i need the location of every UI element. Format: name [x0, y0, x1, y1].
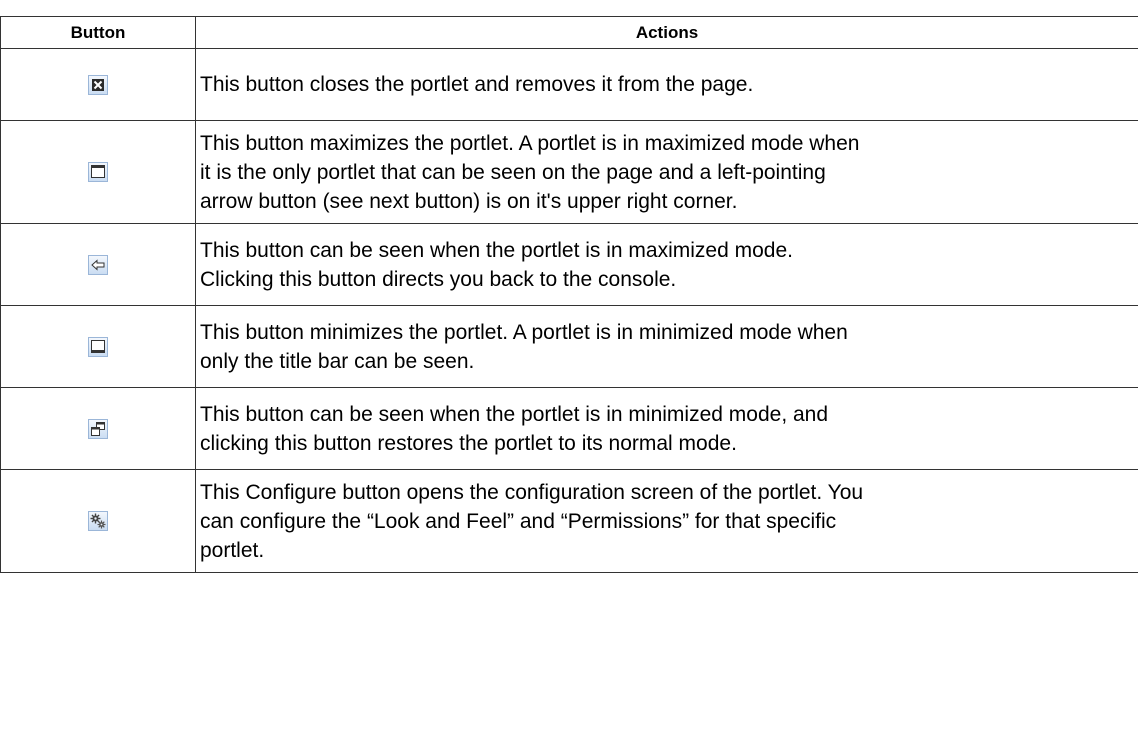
description-line: arrow button (see next button) is on it'…: [200, 189, 738, 213]
table-row: This Configure button opens the configur…: [0, 469, 1138, 573]
table-row: This button minimizes the portlet. A por…: [0, 305, 1138, 388]
actions-column-header: Actions: [195, 16, 1138, 49]
description-line: it is the only portlet that can be seen …: [200, 160, 826, 184]
configure-gears-icon: [88, 511, 108, 531]
maximize-icon: [88, 162, 108, 182]
action-description: This button closes the portlet and remov…: [195, 48, 1138, 121]
button-cell: [0, 48, 196, 121]
table-row: This button can be seen when the portlet…: [0, 223, 1138, 306]
description-line: This button minimizes the portlet. A por…: [200, 320, 848, 344]
action-description: This button can be seen when the portlet…: [195, 387, 1138, 470]
description-line: portlet.: [200, 538, 265, 562]
action-description: This Configure button opens the configur…: [195, 469, 1138, 573]
description-line: can configure the “Look and Feel” and “P…: [200, 509, 837, 533]
portlet-buttons-table: Button Actions This button closes the po…: [0, 16, 1138, 573]
button-column-header: Button: [0, 16, 196, 49]
button-cell: [0, 387, 196, 470]
button-cell: [0, 223, 196, 306]
description-line: This button closes the portlet and remov…: [200, 73, 754, 96]
action-description: This button minimizes the portlet. A por…: [195, 305, 1138, 388]
description-line: Clicking this button directs you back to…: [200, 267, 677, 291]
description-line: only the title bar can be seen.: [200, 349, 475, 373]
close-icon: [88, 74, 108, 95]
restore-icon: [88, 418, 108, 439]
table-row: This button closes the portlet and remov…: [0, 48, 1138, 121]
action-description: This button can be seen when the portlet…: [195, 223, 1138, 306]
table-row: This button maximizes the portlet. A por…: [0, 120, 1138, 224]
description-line: clicking this button restores the portle…: [200, 431, 737, 455]
description-line: This button can be seen when the portlet…: [200, 402, 829, 426]
minimize-icon: [88, 336, 108, 357]
description-line: This button can be seen when the portlet…: [200, 238, 793, 262]
button-cell: [0, 120, 196, 224]
description-line: This Configure button opens the configur…: [200, 480, 864, 504]
description-line: This button maximizes the portlet. A por…: [200, 131, 860, 155]
back-arrow-icon: [88, 254, 108, 275]
action-description: This button maximizes the portlet. A por…: [195, 120, 1138, 224]
table-header-row: Button Actions: [0, 16, 1138, 49]
button-cell: [0, 305, 196, 388]
button-cell: [0, 469, 196, 573]
table-row: This button can be seen when the portlet…: [0, 387, 1138, 470]
